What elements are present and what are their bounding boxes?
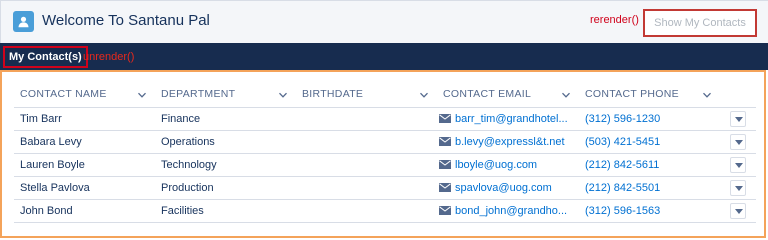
column-header-birthdate[interactable]: BIRTHDATE bbox=[296, 82, 437, 108]
column-header-contact-name[interactable]: CONTACT NAME bbox=[14, 82, 155, 108]
dropdown-arrow-icon[interactable] bbox=[730, 179, 746, 196]
email-cell: b.levy@expressl&t.net bbox=[437, 130, 579, 154]
chevron-down-icon[interactable] bbox=[278, 90, 288, 100]
column-header-contact-phone[interactable]: CONTACT PHONE bbox=[579, 82, 720, 108]
table-header-row: CONTACT NAME DEPARTMENT BIRTHDATE CONTAC… bbox=[14, 82, 756, 108]
row-actions-cell bbox=[720, 153, 756, 177]
email-link[interactable]: barr_tim@grandhotel... bbox=[455, 113, 568, 125]
column-header-contact-email[interactable]: CONTACT EMAIL bbox=[437, 82, 579, 108]
department-cell: Production bbox=[155, 176, 296, 200]
phone-link[interactable]: (503) 421-5451 bbox=[585, 136, 660, 148]
table-row: John Bond Facilities bond_john@grandho..… bbox=[14, 199, 756, 223]
chevron-down-icon[interactable] bbox=[419, 90, 429, 100]
contacts-panel: CONTACT NAME DEPARTMENT BIRTHDATE CONTAC… bbox=[0, 70, 766, 238]
birthdate-cell bbox=[296, 107, 437, 131]
rerender-annotation: rerender() bbox=[590, 14, 639, 26]
chevron-down-icon[interactable] bbox=[702, 90, 712, 100]
column-header-actions bbox=[720, 82, 756, 108]
department-cell: Finance bbox=[155, 107, 296, 131]
contact-name-cell: Stella Pavlova bbox=[14, 176, 155, 200]
phone-link[interactable]: (212) 842-5501 bbox=[585, 182, 660, 194]
contacts-table: CONTACT NAME DEPARTMENT BIRTHDATE CONTAC… bbox=[14, 82, 756, 223]
birthdate-cell bbox=[296, 130, 437, 154]
navigation-bar: My Contact(s) unrender() bbox=[0, 43, 768, 70]
dropdown-arrow-icon[interactable] bbox=[730, 202, 746, 219]
page-header: Welcome To Santanu Pal rerender() Show M… bbox=[0, 0, 768, 43]
phone-link[interactable]: (312) 596-1230 bbox=[585, 113, 660, 125]
row-actions-cell bbox=[720, 130, 756, 154]
contact-name-cell: Tim Barr bbox=[14, 107, 155, 131]
row-actions-cell bbox=[720, 176, 756, 200]
email-cell: lboyle@uog.com bbox=[437, 153, 579, 177]
unrender-annotation: unrender() bbox=[83, 51, 135, 63]
email-cell: spavlova@uog.com bbox=[437, 176, 579, 200]
column-header-department[interactable]: DEPARTMENT bbox=[155, 82, 296, 108]
contact-name-cell: Babara Levy bbox=[14, 130, 155, 154]
contact-card-icon bbox=[13, 11, 34, 32]
chevron-down-icon[interactable] bbox=[561, 90, 571, 100]
contact-name-cell: John Bond bbox=[14, 199, 155, 223]
department-cell: Operations bbox=[155, 130, 296, 154]
row-actions-cell bbox=[720, 199, 756, 223]
envelope-icon bbox=[439, 182, 451, 192]
department-cell: Facilities bbox=[155, 199, 296, 223]
phone-cell: (312) 596-1230 bbox=[579, 107, 720, 131]
envelope-icon bbox=[439, 205, 451, 215]
dropdown-arrow-icon[interactable] bbox=[730, 156, 746, 173]
chevron-down-icon[interactable] bbox=[137, 90, 147, 100]
birthdate-cell bbox=[296, 176, 437, 200]
birthdate-cell bbox=[296, 199, 437, 223]
birthdate-cell bbox=[296, 153, 437, 177]
phone-cell: (503) 421-5451 bbox=[579, 130, 720, 154]
table-row: Stella Pavlova Production spavlova@uog.c… bbox=[14, 176, 756, 200]
email-cell: bond_john@grandho... bbox=[437, 199, 579, 223]
envelope-icon bbox=[439, 159, 451, 169]
table-row: Babara Levy Operations b.levy@expressl&t… bbox=[14, 130, 756, 154]
envelope-icon bbox=[439, 113, 451, 123]
phone-link[interactable]: (312) 596-1563 bbox=[585, 205, 660, 217]
email-link[interactable]: bond_john@grandho... bbox=[455, 205, 567, 217]
phone-cell: (212) 842-5501 bbox=[579, 176, 720, 200]
phone-link[interactable]: (212) 842-5611 bbox=[585, 159, 659, 171]
email-link[interactable]: spavlova@uog.com bbox=[455, 182, 552, 194]
contact-name-cell: Lauren Boyle bbox=[14, 153, 155, 177]
row-actions-cell bbox=[720, 107, 756, 131]
dropdown-arrow-icon[interactable] bbox=[730, 110, 746, 127]
show-my-contacts-button[interactable]: Show My Contacts bbox=[643, 9, 757, 37]
email-link[interactable]: b.levy@expressl&t.net bbox=[455, 136, 565, 148]
page-title: Welcome To Santanu Pal bbox=[42, 12, 210, 29]
phone-cell: (312) 596-1563 bbox=[579, 199, 720, 223]
department-cell: Technology bbox=[155, 153, 296, 177]
tab-my-contacts[interactable]: My Contact(s) bbox=[3, 46, 88, 68]
envelope-icon bbox=[439, 136, 451, 146]
table-row: Lauren Boyle Technology lboyle@uog.com (… bbox=[14, 153, 756, 177]
table-row: Tim Barr Finance barr_tim@grandhotel... … bbox=[14, 107, 756, 131]
dropdown-arrow-icon[interactable] bbox=[730, 133, 746, 150]
email-link[interactable]: lboyle@uog.com bbox=[455, 159, 537, 171]
phone-cell: (212) 842-5611 bbox=[579, 153, 720, 177]
email-cell: barr_tim@grandhotel... bbox=[437, 107, 579, 131]
